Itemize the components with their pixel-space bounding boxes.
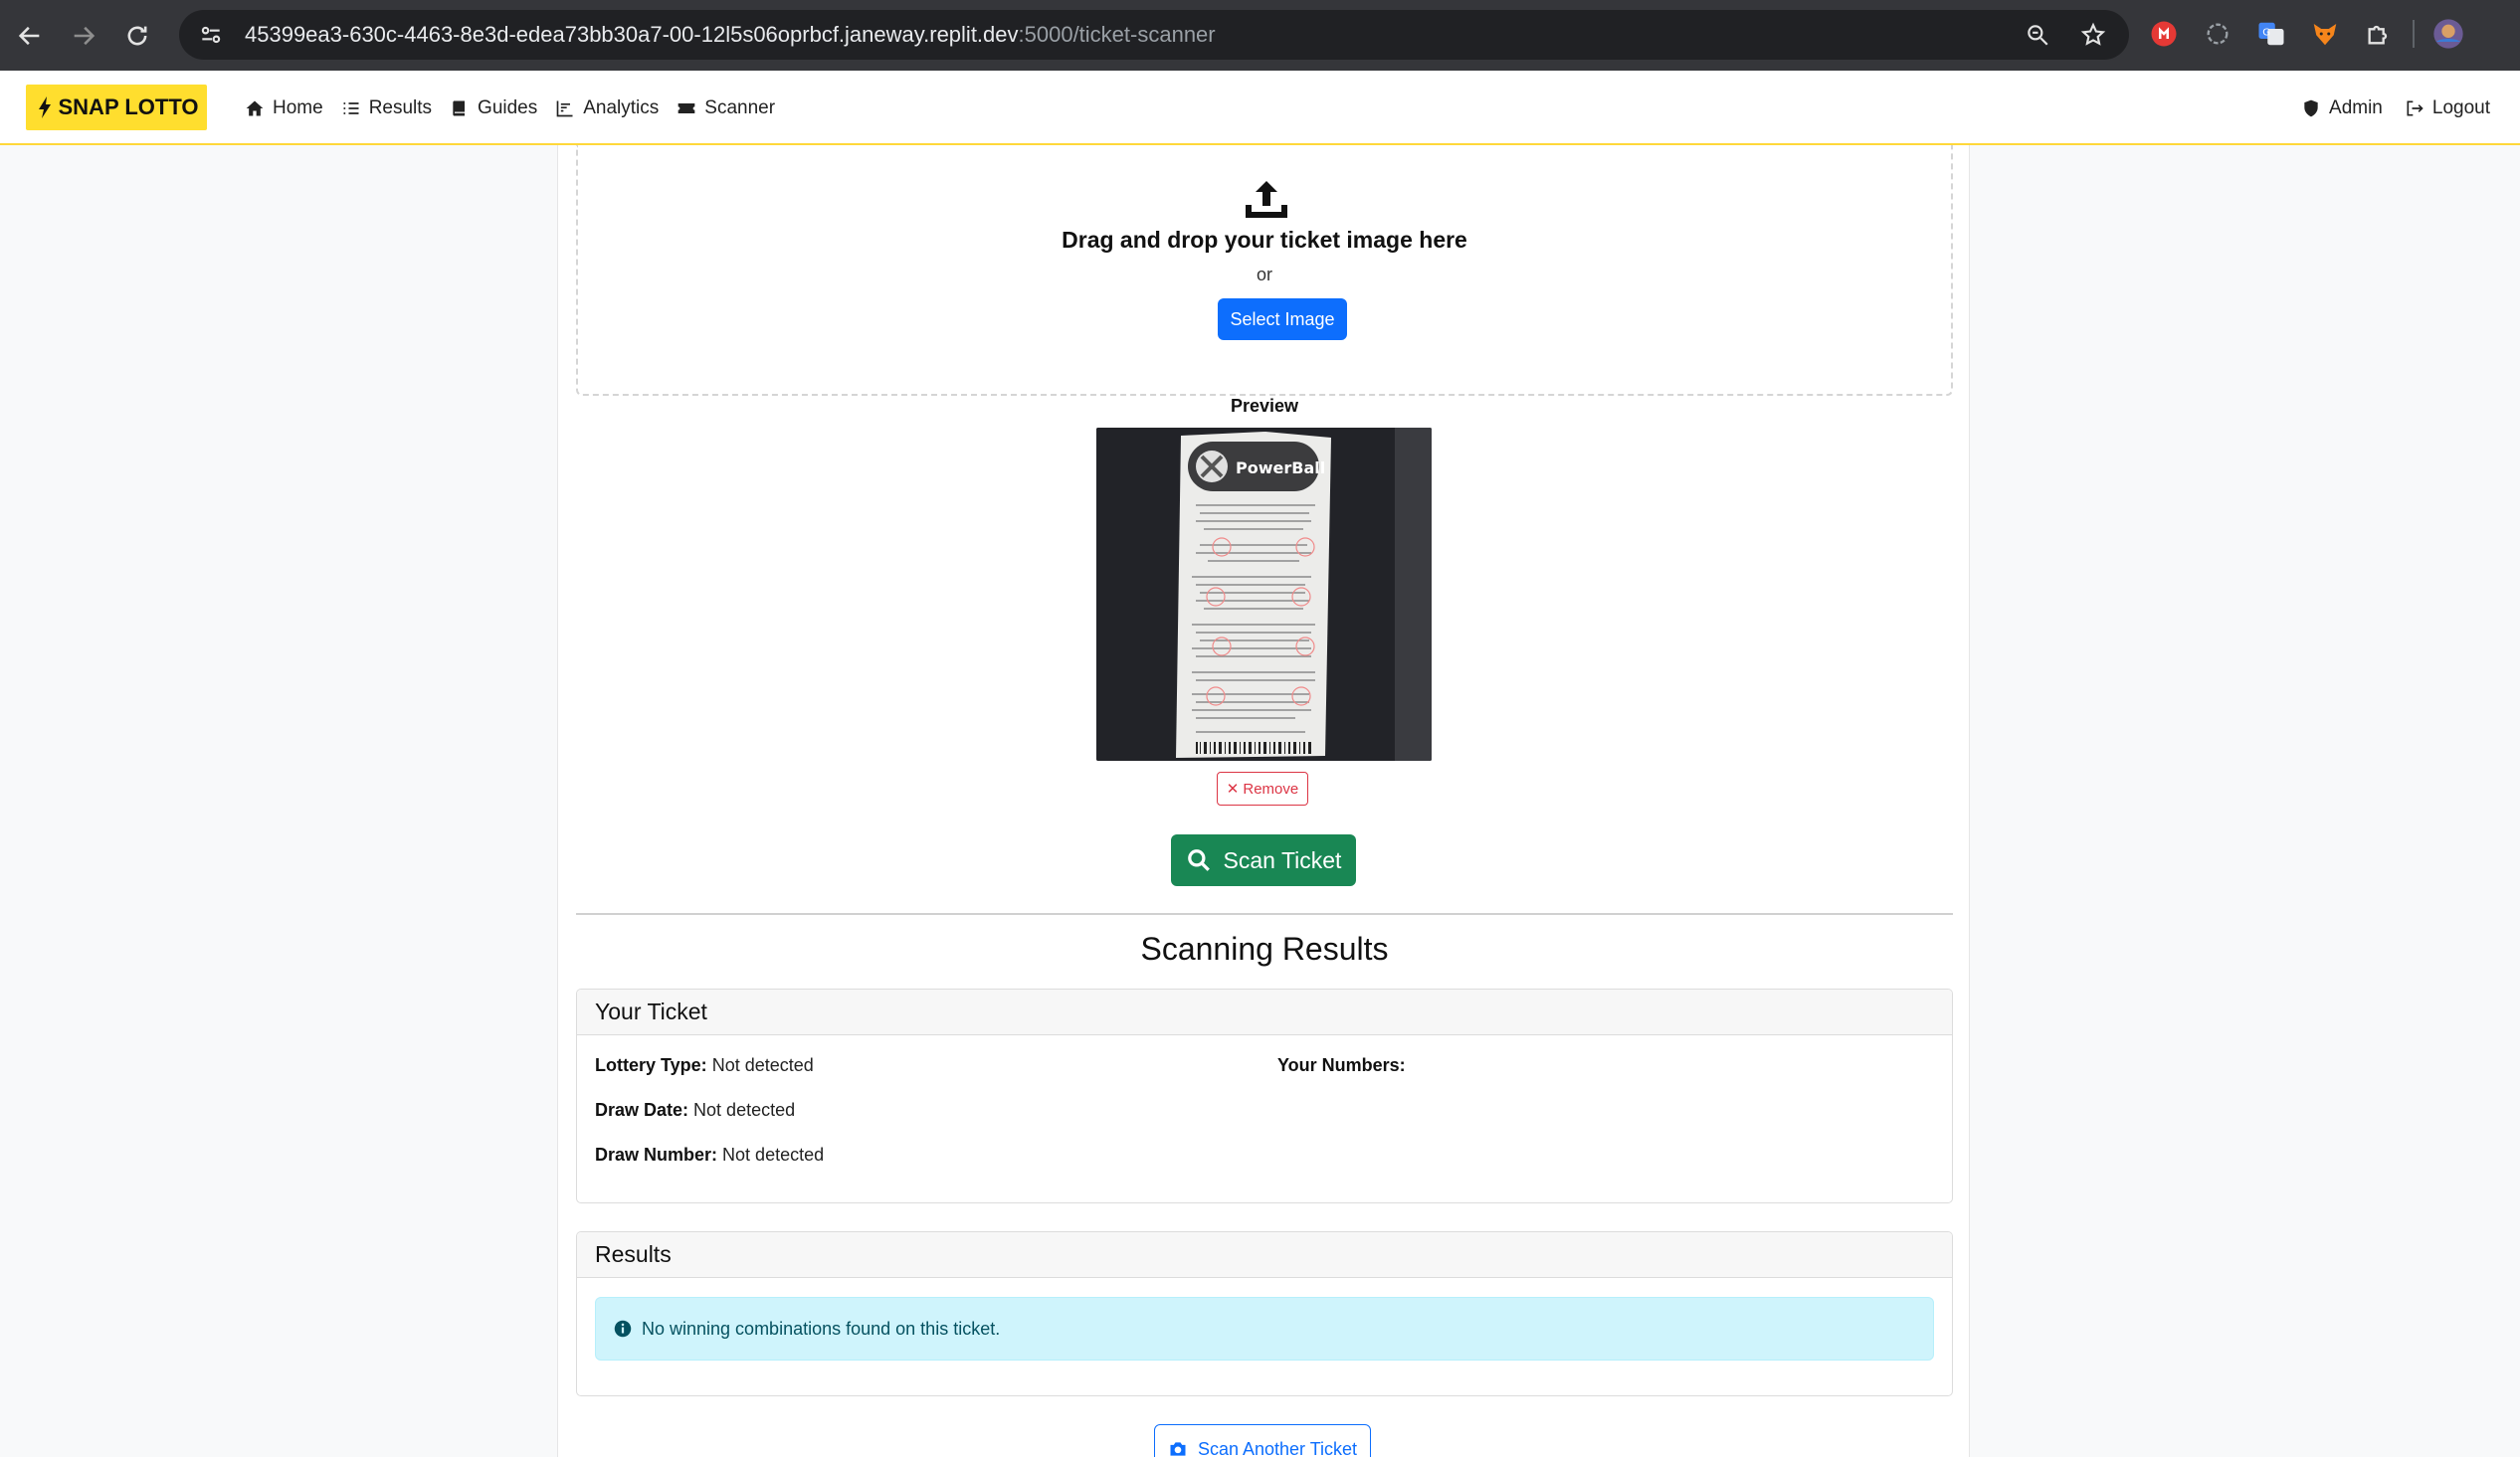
profile-avatar-icon[interactable] bbox=[2428, 12, 2468, 56]
no-winning-alert: No winning combinations found on this ti… bbox=[595, 1297, 1934, 1361]
scan-another-ticket-button[interactable]: Scan Another Ticket bbox=[1154, 1424, 1371, 1457]
draw-date-field: Draw Date: Not detected bbox=[595, 1100, 796, 1120]
ticket-icon bbox=[678, 102, 695, 113]
nav-analytics[interactable]: Analytics bbox=[555, 97, 659, 119]
results-card: Results No winning combinations found on… bbox=[576, 1231, 1953, 1396]
nav-admin[interactable]: Admin bbox=[2301, 97, 2383, 119]
your-numbers-field: Your Numbers: bbox=[1277, 1055, 1406, 1075]
arrow-left-icon bbox=[18, 26, 40, 45]
extension-red-icon[interactable] bbox=[2144, 12, 2184, 56]
chart-icon bbox=[556, 100, 573, 116]
search-icon bbox=[1187, 849, 1210, 871]
reload-icon bbox=[127, 26, 147, 45]
ticket-brand-text: PowerBall bbox=[1236, 458, 1325, 477]
fox-extension-icon[interactable] bbox=[2305, 12, 2345, 56]
scanner-container: Drag and drop your ticket image here or … bbox=[557, 145, 1970, 1457]
nav-home[interactable]: Home bbox=[245, 97, 323, 119]
lightning-icon bbox=[38, 96, 51, 118]
url-text[interactable]: 45399ea3-630c-4463-8e3d-edea73bb30a7-00-… bbox=[245, 22, 1216, 48]
upload-dropzone[interactable]: Drag and drop your ticket image here or … bbox=[576, 145, 1953, 396]
scan-ticket-button[interactable]: Scan Ticket bbox=[1171, 834, 1356, 886]
browser-toolbar: 45399ea3-630c-4463-8e3d-edea73bb30a7-00-… bbox=[0, 0, 2520, 71]
home-icon bbox=[246, 100, 264, 115]
upload-icon bbox=[1246, 181, 1287, 218]
svg-text:G: G bbox=[2262, 27, 2270, 38]
ticket-photo: PowerBall bbox=[1096, 428, 1432, 761]
toolbar-separator bbox=[2413, 20, 2415, 48]
address-bar[interactable]: 45399ea3-630c-4463-8e3d-edea73bb30a7-00-… bbox=[179, 10, 2129, 60]
list-icon bbox=[343, 101, 359, 114]
site-settings-icon[interactable] bbox=[191, 15, 231, 55]
ticket-preview-image: PowerBall bbox=[1096, 428, 1432, 761]
info-icon bbox=[614, 1320, 632, 1338]
brand-logo[interactable]: SNAP LOTTO bbox=[26, 85, 207, 130]
nav-logout[interactable]: Logout bbox=[2405, 97, 2490, 119]
preview-label: Preview bbox=[1230, 396, 1299, 416]
your-ticket-card: Your Ticket Lottery Type: Not detected D… bbox=[576, 989, 1953, 1203]
book-icon bbox=[453, 100, 466, 115]
lottery-type-field: Lottery Type: Not detected bbox=[595, 1055, 814, 1075]
nav-results[interactable]: Results bbox=[341, 97, 432, 119]
translate-extension-icon[interactable]: G bbox=[2251, 12, 2291, 56]
extension-circle-icon[interactable] bbox=[2198, 12, 2237, 56]
nav-guides[interactable]: Guides bbox=[450, 97, 537, 119]
app-navbar: SNAP LOTTO Home Results Guides Analytics… bbox=[0, 71, 2520, 145]
brand-text: SNAP LOTTO bbox=[58, 94, 199, 119]
draw-number-field: Draw Number: Not detected bbox=[595, 1145, 825, 1165]
arrow-right-icon bbox=[74, 26, 96, 45]
dropzone-or: or bbox=[1256, 265, 1272, 284]
close-icon: ✕ bbox=[1226, 781, 1240, 798]
extensions-puzzle-icon[interactable] bbox=[2359, 12, 2399, 56]
results-header: Results bbox=[577, 1232, 1952, 1278]
select-image-button[interactable]: Select Image bbox=[1218, 298, 1347, 340]
your-ticket-header: Your Ticket bbox=[577, 990, 1952, 1035]
bookmark-star-icon[interactable] bbox=[2073, 15, 2113, 55]
reload-button[interactable] bbox=[113, 12, 161, 60]
forward-button[interactable] bbox=[60, 12, 107, 60]
back-button[interactable] bbox=[6, 12, 54, 60]
camera-icon bbox=[1170, 1442, 1186, 1456]
zoom-icon[interactable] bbox=[2018, 15, 2057, 55]
shield-icon bbox=[2304, 99, 2318, 116]
logout-icon bbox=[2407, 100, 2423, 115]
remove-image-button[interactable]: ✕ Remove bbox=[1217, 772, 1308, 806]
section-divider bbox=[576, 913, 1953, 915]
nav-scanner[interactable]: Scanner bbox=[677, 97, 775, 119]
scanning-results-title: Scanning Results bbox=[1140, 931, 1389, 967]
dropzone-title: Drag and drop your ticket image here bbox=[1062, 227, 1467, 253]
